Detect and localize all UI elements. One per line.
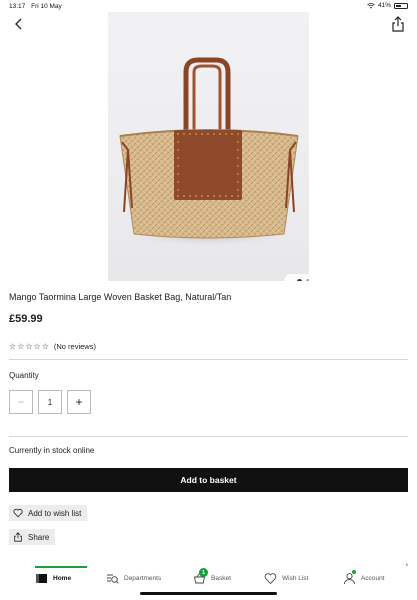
- share-button[interactable]: Share: [9, 529, 56, 545]
- tab-label: Departments: [124, 575, 162, 582]
- status-bar: 13:17 Fri 10 May 41%: [0, 0, 417, 12]
- battery-percent: 41%: [377, 2, 391, 9]
- departments-search-icon: [107, 574, 119, 584]
- status-time: 13:17: [9, 3, 26, 10]
- heart-icon: [13, 508, 23, 518]
- status-left: 13:17 Fri 10 May: [9, 3, 66, 10]
- tab-departments[interactable]: Departments: [106, 572, 161, 585]
- quantity-stepper: − 1 +: [9, 390, 91, 414]
- chevron-left-icon: [15, 18, 22, 30]
- pager-dot[interactable]: [296, 278, 302, 281]
- image-pager[interactable]: [284, 274, 309, 281]
- basket-bag-image: [119, 57, 299, 247]
- share-label: Share: [28, 532, 50, 542]
- reviews-count: (No reviews): [53, 342, 96, 351]
- pager-dot[interactable]: [305, 279, 309, 281]
- star-rating-icon: ☆☆☆☆☆: [9, 342, 50, 351]
- product-title: Mango Taormina Large Woven Basket Bag, N…: [9, 292, 232, 302]
- home-indicator: [140, 592, 277, 595]
- add-to-basket-button[interactable]: Add to basket: [9, 468, 408, 492]
- quantity-value[interactable]: 1: [38, 390, 62, 414]
- basket-count-badge: 1: [199, 568, 208, 577]
- divider: [9, 436, 408, 437]
- tab-basket[interactable]: 1 Basket: [193, 568, 231, 585]
- status-date: Fri 10 May: [31, 3, 62, 10]
- wish-list-label: Add to wish list: [28, 508, 82, 518]
- account-status-dot: [352, 570, 356, 574]
- tab-label: Home: [53, 575, 72, 582]
- quantity-label: Quantity: [9, 371, 39, 380]
- increase-quantity-button[interactable]: +: [67, 390, 91, 414]
- heart-icon: [264, 573, 277, 585]
- product-image[interactable]: [108, 12, 309, 281]
- tab-home[interactable]: Home: [35, 572, 71, 585]
- rating[interactable]: ☆☆☆☆☆ (No reviews): [9, 342, 96, 351]
- share-icon: [392, 16, 404, 32]
- wifi-icon: [367, 2, 375, 9]
- decrease-quantity-button[interactable]: −: [9, 390, 33, 414]
- add-to-wish-list-button[interactable]: Add to wish list: [9, 505, 88, 521]
- divider: [9, 359, 408, 360]
- battery-icon: [394, 2, 408, 9]
- tab-label: Basket: [211, 575, 231, 582]
- product-price: £59.99: [9, 313, 43, 325]
- stock-status: Currently in stock online: [9, 446, 95, 455]
- tab-label: Account: [361, 575, 385, 582]
- tab-account[interactable]: Account: [343, 570, 385, 585]
- tab-label: Wish List: [282, 575, 309, 582]
- back-button[interactable]: [12, 17, 26, 31]
- share-icon: [14, 532, 22, 542]
- account-icon-wrap: [343, 570, 356, 585]
- home-active-indicator: [35, 566, 87, 568]
- status-right: 41%: [367, 2, 408, 9]
- basket-icon-wrap: 1: [193, 568, 208, 585]
- share-top-button[interactable]: [391, 16, 405, 32]
- tab-wish-list[interactable]: Wish List: [264, 572, 308, 585]
- home-icon: [36, 574, 47, 583]
